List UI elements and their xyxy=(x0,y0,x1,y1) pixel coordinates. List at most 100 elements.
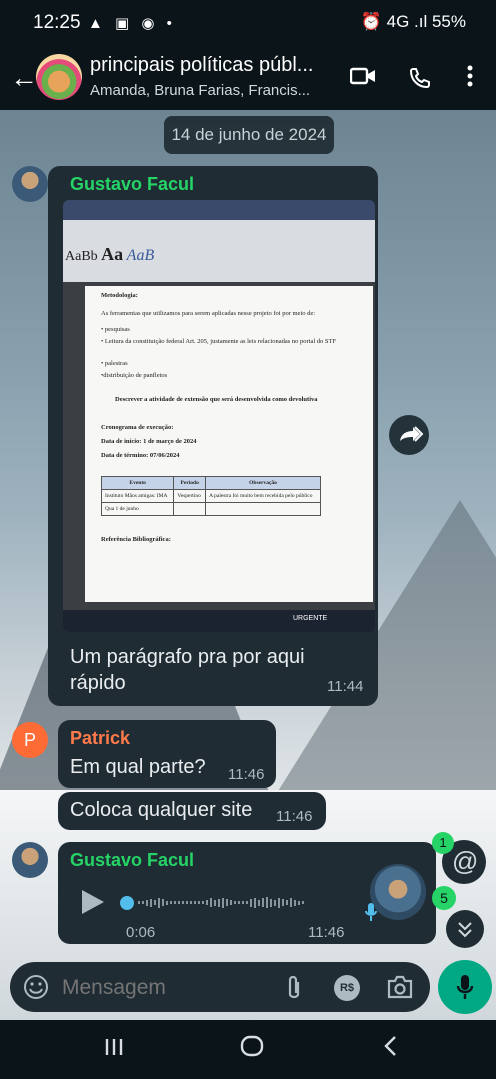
text-message-bubble[interactable]: Patrick Em qual parte? 11:46 xyxy=(58,720,276,788)
mic-button[interactable] xyxy=(438,960,492,1014)
waveform-bar xyxy=(290,898,292,908)
waveform-bar xyxy=(282,899,284,907)
waveform-bar xyxy=(162,899,164,907)
avatar[interactable]: P xyxy=(12,722,48,758)
unread-count-badge: 5 xyxy=(432,886,456,910)
avatar[interactable] xyxy=(12,842,48,878)
word-titlebar xyxy=(63,200,375,220)
sender-name: Gustavo Facul xyxy=(70,850,195,870)
waveform-bar xyxy=(166,900,168,905)
waveform-bar xyxy=(258,899,260,906)
message-input[interactable] xyxy=(60,972,274,1004)
notification-icons: ▲ ▣ ◉ • xyxy=(88,15,176,32)
scroll-down-button[interactable] xyxy=(446,910,484,948)
taskbar-label: URGENTE xyxy=(293,615,328,622)
waveform-bar xyxy=(250,898,252,907)
waveform-bar xyxy=(190,901,192,905)
forward-icon[interactable] xyxy=(389,415,429,455)
message-time: 11:44 xyxy=(327,678,364,695)
document-photo[interactable]: AaBb Aa AaB Metodologia: As ferramentas … xyxy=(63,200,375,632)
waveform-bar xyxy=(214,899,216,906)
schedule-table: Evento Período Observação Instituto Mãos… xyxy=(100,476,321,516)
attach-icon[interactable] xyxy=(284,974,304,1007)
waveform-bar xyxy=(230,900,232,906)
home-icon[interactable] xyxy=(240,1034,264,1065)
sender-name: Gustavo Facul xyxy=(70,174,195,194)
message-composer[interactable]: R$ xyxy=(10,962,430,1012)
style-gallery: AaBb Aa AaB xyxy=(65,244,155,264)
voice-duration: 0:06 xyxy=(126,924,156,941)
waveform-bar xyxy=(254,897,256,908)
message-text: Coloca qualquer site xyxy=(70,799,253,821)
waveform-bar xyxy=(182,901,184,905)
waveform-bar xyxy=(238,901,240,905)
mention-count-badge: 1 xyxy=(432,832,454,854)
waveform-bar xyxy=(198,901,200,905)
waveform-bar xyxy=(286,900,288,906)
date-separator: 14 de junho de 2024 xyxy=(164,116,334,154)
waveform-bar xyxy=(210,898,212,908)
windows-taskbar: URGENTE xyxy=(63,610,375,632)
message-time: 11:46 xyxy=(228,766,265,783)
waveform-bar xyxy=(278,897,280,908)
system-status: ⏰ 4G .ıl 55% xyxy=(360,12,466,31)
double-chevron-down-icon xyxy=(458,922,472,938)
waveform-bar xyxy=(142,901,144,905)
sender-name: Patrick xyxy=(70,728,131,748)
document-page: Metodologia: As ferramentas que utilizam… xyxy=(85,286,373,602)
message-time: 11:46 xyxy=(308,924,345,941)
camera-icon[interactable] xyxy=(386,974,414,1005)
chat-header: ← principais políticas públ... Amanda, B… xyxy=(0,46,496,110)
payment-icon[interactable]: R$ xyxy=(334,975,360,1001)
waveform-bar xyxy=(202,901,204,905)
waveform-bar xyxy=(266,897,268,909)
message-time: 11:46 xyxy=(276,808,313,825)
waveform-bar xyxy=(158,897,160,908)
waveform-bar xyxy=(242,901,244,905)
system-nav-bar xyxy=(0,1020,496,1079)
emoji-icon[interactable] xyxy=(22,973,50,1006)
waveform-bar xyxy=(302,901,304,905)
waveform-bar xyxy=(226,899,228,907)
mic-small-icon xyxy=(364,902,378,927)
video-call-icon[interactable] xyxy=(349,66,376,92)
avatar[interactable] xyxy=(12,166,48,202)
back-icon[interactable] xyxy=(382,1034,398,1065)
phone-icon[interactable] xyxy=(408,66,432,96)
waveform-bar xyxy=(274,899,276,906)
waveform-bar xyxy=(186,901,188,905)
play-icon[interactable] xyxy=(80,888,106,921)
group-title[interactable]: principais políticas públ... xyxy=(90,54,335,77)
waveform-bar xyxy=(234,901,236,905)
waveform-bar xyxy=(150,898,152,907)
waveform-bar xyxy=(174,901,176,905)
at-icon: @ xyxy=(452,846,479,876)
audio-waveform[interactable] xyxy=(138,894,348,912)
image-caption: Um parágrafo pra por aqui rápido xyxy=(70,646,305,694)
audio-seek-handle[interactable] xyxy=(120,896,134,910)
status-time: 12:25 xyxy=(33,12,81,33)
waveform-bar xyxy=(246,901,248,905)
waveform-bar xyxy=(218,898,220,907)
more-vert-icon[interactable] xyxy=(466,64,474,94)
waveform-bar xyxy=(138,901,140,905)
status-bar: 12:25 ▲ ▣ ◉ • ⏰ 4G .ıl 55% xyxy=(0,0,496,46)
waveform-bar xyxy=(194,901,196,905)
waveform-bar xyxy=(170,901,172,905)
mic-icon xyxy=(456,975,474,999)
waveform-bar xyxy=(146,899,148,906)
waveform-bar xyxy=(178,901,180,905)
group-members[interactable]: Amanda, Bruna Farias, Francis... xyxy=(90,82,335,99)
recent-apps-icon[interactable] xyxy=(103,1034,125,1065)
text-message-bubble[interactable]: Coloca qualquer site 11:46 xyxy=(58,792,326,830)
waveform-bar xyxy=(154,900,156,906)
waveform-bar xyxy=(262,898,264,908)
message-text: Em qual parte? xyxy=(70,756,206,778)
back-arrow-icon[interactable]: ← xyxy=(10,62,38,94)
waveform-bar xyxy=(222,897,224,908)
waveform-bar xyxy=(206,900,208,906)
waveform-bar xyxy=(270,898,272,907)
word-ribbon: AaBb Aa AaB xyxy=(63,220,375,282)
group-avatar[interactable] xyxy=(36,54,82,100)
waveform-bar xyxy=(294,899,296,906)
